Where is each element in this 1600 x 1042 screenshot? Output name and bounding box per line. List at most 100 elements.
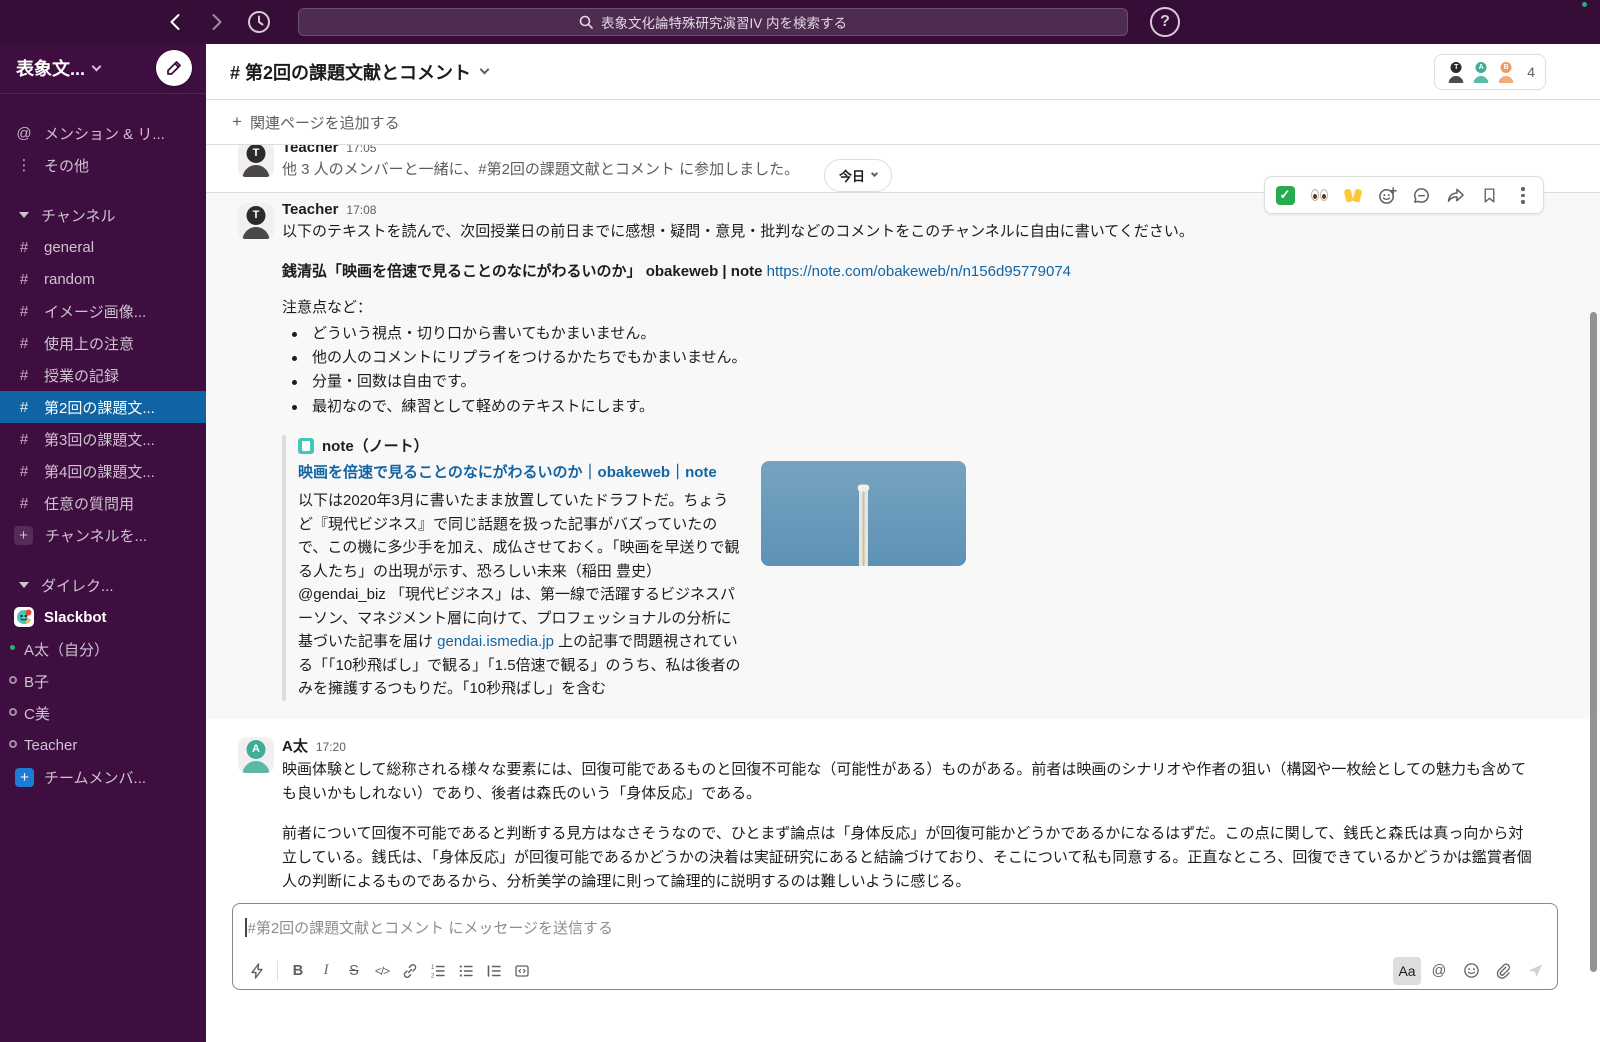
sidebar-item-more[interactable]: ⋮ その他 bbox=[0, 149, 206, 181]
compose-button[interactable] bbox=[156, 50, 192, 86]
bullet-list: どういう視点・切り口から書いてもかまいません。 他の人のコメントにリプライをつけ… bbox=[282, 322, 1536, 419]
add-related-page-button[interactable]: + 関連ページを追加する bbox=[232, 112, 400, 133]
reply-thread-button[interactable] bbox=[1405, 180, 1437, 210]
channels-section-header[interactable]: チャンネル bbox=[0, 199, 206, 231]
dm-section-header[interactable]: ダイレク... bbox=[0, 569, 206, 601]
sidebar-dm-bko[interactable]: B B子 bbox=[0, 665, 206, 697]
code-button[interactable]: </> bbox=[368, 957, 396, 985]
blockquote-button[interactable] bbox=[480, 957, 508, 985]
bulleted-list-button[interactable] bbox=[452, 957, 480, 985]
emoji-button[interactable] bbox=[1457, 957, 1485, 985]
sidebar-add-channel[interactable]: + チャンネルを... bbox=[0, 519, 206, 551]
message-input[interactable]: #第2回の課題文献とコメント にメッセージを送信する bbox=[233, 904, 1557, 951]
plus-icon: + bbox=[14, 526, 33, 545]
hash-icon: # bbox=[16, 463, 32, 480]
shortcuts-lightning-icon[interactable] bbox=[243, 957, 271, 985]
author-name[interactable]: Teacher bbox=[282, 201, 338, 218]
author-name[interactable]: Teacher bbox=[282, 145, 338, 156]
plus-icon: + bbox=[232, 112, 242, 132]
sidebar-channel-session4[interactable]: #第4回の課題文... bbox=[0, 455, 206, 487]
timestamp[interactable]: 17:05 bbox=[346, 145, 376, 155]
search-icon bbox=[579, 15, 593, 29]
sidebar-channel-session2-selected[interactable]: #第2回の課題文... bbox=[0, 391, 206, 423]
at-icon: @ bbox=[16, 125, 32, 142]
composer-placeholder: #第2回の課題文献とコメント にメッセージを送信する bbox=[248, 917, 614, 938]
sidebar-channel-general[interactable]: #general bbox=[0, 231, 206, 263]
share-arrow-icon bbox=[1446, 186, 1465, 205]
sidebar-item-mentions[interactable]: @ メンション & リ... bbox=[0, 117, 206, 149]
share-message-button[interactable] bbox=[1439, 180, 1471, 210]
bullet-item: 最初なので、練習として軽めのテキストにします。 bbox=[282, 395, 1536, 419]
hash-icon: # bbox=[16, 303, 32, 320]
hash-icon: # bbox=[16, 495, 32, 512]
react-raised-hands-button[interactable] bbox=[1337, 180, 1369, 210]
history-back-icon[interactable] bbox=[166, 12, 186, 32]
react-check-button[interactable]: ✓ bbox=[1269, 180, 1301, 210]
gendai-link[interactable]: gendai.ismedia.jp bbox=[437, 633, 554, 650]
plus-icon: + bbox=[15, 768, 34, 787]
sidebar-channel-images[interactable]: #イメージ画像... bbox=[0, 295, 206, 327]
code-block-button[interactable] bbox=[508, 957, 536, 985]
timestamp[interactable]: 17:20 bbox=[316, 740, 346, 754]
notes-label: 注意点など： bbox=[282, 296, 1536, 320]
search-bar[interactable]: 表象文化論特殊研究演習IV 内を検索する bbox=[298, 8, 1128, 36]
save-bookmark-button[interactable] bbox=[1473, 180, 1505, 210]
timestamp[interactable]: 17:08 bbox=[346, 203, 376, 217]
message-composer: #第2回の課題文献とコメント にメッセージを送信する B I S </> 12 bbox=[232, 903, 1558, 990]
note-url-link[interactable]: https://note.com/obakeweb/n/n156d9577907… bbox=[767, 263, 1071, 280]
card-title-link[interactable]: 映画を倍速で見ることのなにがわるいのか｜obakeweb｜note bbox=[298, 464, 717, 481]
text-caret bbox=[245, 918, 247, 937]
sidebar-dm-ata[interactable]: A A太（自分） bbox=[0, 633, 206, 665]
triangle-down-icon bbox=[19, 212, 29, 218]
mention-button[interactable]: @ bbox=[1425, 957, 1453, 985]
sidebar-channel-session3[interactable]: #第3回の課題文... bbox=[0, 423, 206, 455]
sidebar-channel-questions[interactable]: #任意の質問用 bbox=[0, 487, 206, 519]
sidebar-channel-usage-notes[interactable]: #使用上の注意 bbox=[0, 327, 206, 359]
history-clock-icon[interactable] bbox=[246, 9, 272, 35]
italic-button[interactable]: I bbox=[312, 957, 340, 985]
vertical-dots-icon: ⋮ bbox=[16, 156, 32, 174]
channel-header: # 第2回の課題文献とコメント T A B 4 bbox=[206, 44, 1600, 100]
composer-toolbar: B I S </> 12 Aa @ bbox=[233, 951, 1557, 990]
check-mark-emoji: ✓ bbox=[1276, 186, 1295, 205]
eyes-emoji bbox=[1311, 189, 1328, 201]
author-name[interactable]: A太 bbox=[282, 735, 308, 756]
teacher-avatar[interactable]: T bbox=[238, 203, 274, 239]
sidebar-channel-class-records[interactable]: #授業の記録 bbox=[0, 359, 206, 391]
bullet-item: 分量・回数は自由です。 bbox=[282, 370, 1536, 394]
react-eyes-button[interactable] bbox=[1303, 180, 1335, 210]
sidebar-dm-slackbot[interactable]: Slackbot bbox=[0, 601, 206, 633]
more-actions-button[interactable] bbox=[1507, 180, 1539, 210]
send-button[interactable] bbox=[1521, 957, 1549, 985]
slackbot-avatar bbox=[14, 607, 34, 627]
sidebar-dm-teacher[interactable]: T Teacher bbox=[0, 729, 206, 761]
ata-avatar[interactable]: A bbox=[238, 737, 274, 773]
format-toggle-button[interactable]: Aa bbox=[1393, 957, 1421, 985]
citation-line: 銭清弘「映画を倍速で見ることのなにがわるいのか」 obakeweb | note… bbox=[282, 260, 1536, 281]
teacher-avatar[interactable]: T bbox=[238, 145, 274, 177]
card-thumbnail-image[interactable] bbox=[761, 461, 966, 566]
vertical-scrollbar[interactable] bbox=[1590, 312, 1597, 972]
add-reaction-button[interactable] bbox=[1371, 180, 1403, 210]
date-pill-today[interactable]: 今日 bbox=[824, 159, 892, 192]
raised-hands-emoji bbox=[1345, 189, 1361, 202]
workspace-header[interactable]: 表象文... bbox=[0, 44, 206, 93]
help-icon[interactable]: ? bbox=[1150, 7, 1180, 37]
sidebar-dm-cmi[interactable]: C C美 bbox=[0, 697, 206, 729]
strikethrough-button[interactable]: S bbox=[340, 957, 368, 985]
channel-title[interactable]: # 第2回の課題文献とコメント bbox=[230, 59, 488, 85]
note-favicon-icon bbox=[298, 438, 314, 454]
hash-icon: # bbox=[16, 271, 32, 288]
sidebar-add-team-members[interactable]: + チームメンバ... bbox=[0, 761, 206, 793]
card-site-name: note（ノート） bbox=[322, 435, 429, 456]
link-button[interactable] bbox=[396, 957, 424, 985]
sidebar-channel-random[interactable]: #random bbox=[0, 263, 206, 295]
bold-button[interactable]: B bbox=[284, 957, 312, 985]
ordered-list-button[interactable]: 12 bbox=[424, 957, 452, 985]
presence-online-dot bbox=[8, 643, 17, 652]
attachment-button[interactable] bbox=[1489, 957, 1517, 985]
triangle-down-icon bbox=[19, 582, 29, 588]
channel-members-button[interactable]: T A B 4 bbox=[1434, 54, 1546, 90]
chevron-down-icon bbox=[92, 61, 102, 71]
history-forward-icon[interactable] bbox=[206, 12, 226, 32]
